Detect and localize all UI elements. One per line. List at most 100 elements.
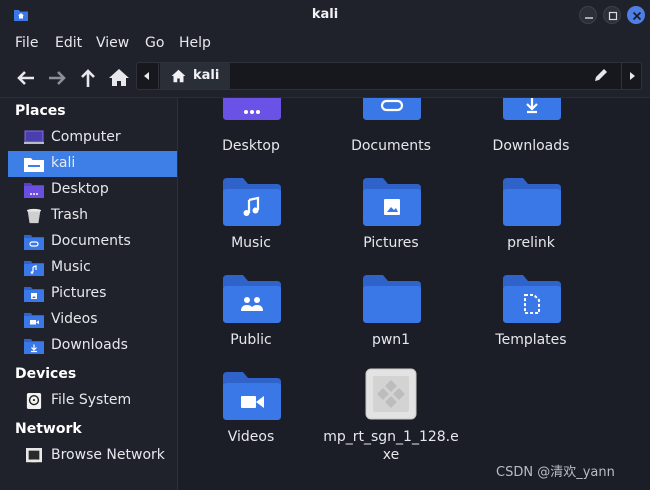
- home-icon[interactable]: [107, 66, 131, 90]
- forward-arrow-icon[interactable]: [45, 66, 69, 90]
- sidebar: Places Computer kali Desktop Trash Docum…: [0, 98, 178, 490]
- breadcrumb-label: kali: [193, 68, 220, 83]
- sidebar-item-pictures[interactable]: Pictures: [8, 281, 177, 307]
- file-item-prelink[interactable]: prelink: [461, 176, 601, 262]
- desktop-folder-icon: [24, 183, 44, 198]
- file-label: Desktop: [222, 138, 280, 154]
- back-arrow-icon[interactable]: [14, 66, 38, 90]
- sidebar-item-desktop[interactable]: Desktop: [8, 177, 177, 203]
- file-item-mp-rt-sgn[interactable]: mp_rt_sgn_1_128.e xe: [321, 366, 461, 466]
- chevron-left-icon: [144, 72, 149, 80]
- sidebar-item-file-system[interactable]: File System: [8, 388, 177, 414]
- home-folder-icon: [24, 158, 44, 172]
- public-folder-icon: [223, 275, 281, 323]
- downloads-folder-icon: [503, 98, 561, 120]
- up-arrow-icon[interactable]: [76, 66, 100, 90]
- desktop-folder-icon: [223, 98, 281, 120]
- menu-bar: File Edit View Go Help: [0, 31, 650, 58]
- watermark: CSDN @清欢_yann: [496, 465, 615, 480]
- documents-folder-icon: [24, 235, 44, 250]
- sidebar-item-label: Computer: [51, 129, 121, 145]
- menu-file[interactable]: File: [15, 35, 38, 51]
- sidebar-item-computer[interactable]: Computer: [8, 125, 177, 151]
- sidebar-item-label: Desktop: [51, 181, 109, 197]
- sidebar-item-label: Browse Network: [51, 447, 165, 463]
- file-item-pwn1[interactable]: pwn1: [321, 273, 461, 359]
- sidebar-item-downloads[interactable]: Downloads: [8, 333, 177, 359]
- computer-icon: [24, 130, 44, 144]
- sidebar-item-browse-network[interactable]: Browse Network: [8, 443, 177, 469]
- folder-icon: [363, 275, 421, 323]
- file-item-templates[interactable]: Templates: [461, 273, 601, 359]
- trash-icon: [26, 208, 42, 224]
- file-item-documents[interactable]: Documents: [321, 98, 461, 162]
- window-title: kali: [311, 7, 339, 22]
- sidebar-item-label: Videos: [51, 311, 98, 327]
- music-folder-icon: [24, 261, 44, 276]
- file-item-downloads[interactable]: Downloads: [461, 98, 601, 162]
- file-label: pwn1: [371, 332, 411, 348]
- sidebar-item-label: kali: [51, 155, 76, 171]
- path-scroll-right-button[interactable]: [621, 63, 641, 89]
- maximize-button[interactable]: [603, 6, 621, 24]
- network-icon: [26, 448, 42, 463]
- sidebar-item-kali[interactable]: kali: [8, 151, 177, 177]
- sidebar-item-label: Documents: [51, 233, 131, 249]
- minimize-icon: [585, 17, 593, 19]
- file-label: Downloads: [492, 138, 570, 154]
- sidebar-item-label: Downloads: [51, 337, 128, 353]
- drive-icon: [26, 393, 42, 409]
- menu-go[interactable]: Go: [145, 35, 164, 51]
- sidebar-item-label: Pictures: [51, 285, 107, 301]
- minimize-button[interactable]: [579, 6, 597, 24]
- file-label-line-2: xe: [382, 447, 400, 463]
- downloads-folder-icon: [24, 339, 44, 354]
- file-item-public[interactable]: Public: [181, 273, 321, 359]
- sidebar-item-label: Trash: [51, 207, 88, 223]
- videos-folder-icon: [223, 372, 281, 420]
- pictures-folder-icon: [363, 178, 421, 226]
- sidebar-item-label: File System: [51, 392, 132, 408]
- file-item-desktop[interactable]: Desktop: [181, 98, 321, 162]
- file-item-pictures[interactable]: Pictures: [321, 176, 461, 262]
- file-label-line-1: mp_rt_sgn_1_128.e: [323, 429, 459, 445]
- documents-folder-icon: [363, 98, 421, 120]
- section-places: Places: [15, 103, 66, 119]
- sidebar-item-documents[interactable]: Documents: [8, 229, 177, 255]
- breadcrumb-home[interactable]: kali: [160, 63, 230, 89]
- close-button[interactable]: [627, 6, 645, 24]
- file-label: Public: [230, 332, 272, 348]
- section-devices: Devices: [15, 366, 77, 382]
- menu-view[interactable]: View: [96, 35, 129, 51]
- executable-file-icon: [365, 368, 417, 420]
- close-icon: [632, 11, 642, 21]
- file-item-videos[interactable]: Videos: [181, 370, 321, 456]
- home-icon: [171, 69, 186, 83]
- music-folder-icon: [223, 178, 281, 226]
- sidebar-item-trash[interactable]: Trash: [8, 203, 177, 229]
- title-bar: kali: [0, 0, 650, 31]
- menu-help[interactable]: Help: [179, 35, 211, 51]
- templates-folder-icon: [503, 275, 561, 323]
- folder-icon: [503, 178, 561, 226]
- sidebar-item-label: Music: [51, 259, 91, 275]
- path-bar: kali: [136, 62, 642, 90]
- pencil-icon[interactable]: [593, 67, 609, 83]
- maximize-icon: [608, 11, 618, 21]
- videos-folder-icon: [24, 313, 44, 328]
- chevron-right-icon: [630, 72, 635, 80]
- sidebar-item-videos[interactable]: Videos: [8, 307, 177, 333]
- file-label: Pictures: [363, 235, 419, 251]
- path-scroll-left-button[interactable]: [137, 63, 159, 89]
- file-icon-view[interactable]: Desktop Documents Downloads Music Pictur…: [179, 98, 650, 490]
- file-item-music[interactable]: Music: [181, 176, 321, 262]
- menu-edit[interactable]: Edit: [55, 35, 82, 51]
- file-label: Documents: [351, 138, 431, 154]
- file-label: Music: [231, 235, 271, 251]
- section-network: Network: [15, 421, 82, 437]
- file-label: prelink: [507, 235, 555, 251]
- file-label: Templates: [495, 332, 567, 348]
- file-label: Videos: [227, 429, 275, 445]
- sidebar-item-music[interactable]: Music: [8, 255, 177, 281]
- pictures-folder-icon: [24, 287, 44, 302]
